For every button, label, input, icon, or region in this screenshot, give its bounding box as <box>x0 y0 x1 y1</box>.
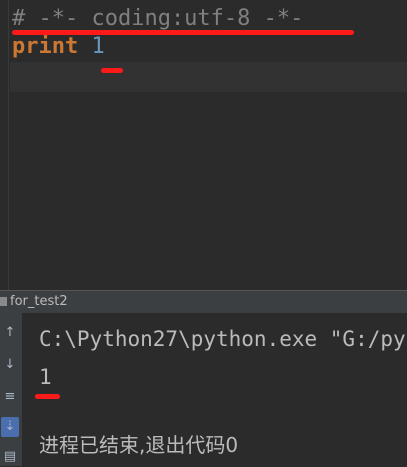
editor-gutter <box>8 0 9 290</box>
run-panel-header: for_test2 <box>0 291 407 313</box>
annotation-underline-print-value <box>101 68 123 73</box>
scroll-to-end-icon[interactable]: ⇣ <box>1 417 19 437</box>
console-command-line: C:\Python27\python.exe "G:/py <box>39 327 406 351</box>
annotation-underline-output <box>35 394 60 399</box>
print-keyword: print <box>12 34 79 59</box>
run-config-title[interactable]: for_test2 <box>10 291 68 313</box>
code-line-print[interactable]: print 1 <box>12 32 105 62</box>
print-value: 1 <box>91 34 105 59</box>
soft-wrap-icon[interactable]: ≡ <box>1 387 19 407</box>
run-toolbar: ↑ ↓ ≡ ⇣ ▤ <box>0 313 22 466</box>
run-console[interactable]: C:\Python27\python.exe "G:/py 1 进程已结束,退出… <box>22 313 407 466</box>
current-line-highlight <box>10 62 407 92</box>
code-editor[interactable]: # -*- coding:utf-8 -*- print 1 <box>0 0 407 290</box>
run-config-icon <box>0 297 7 306</box>
console-exit-message: 进程已结束,退出代码0 <box>39 433 239 457</box>
print-icon[interactable]: ▤ <box>1 447 19 467</box>
arrow-down-icon[interactable]: ↓ <box>1 355 19 375</box>
console-output: 1 <box>39 365 52 389</box>
annotation-underline-encoding <box>12 30 354 35</box>
arrow-up-icon[interactable]: ↑ <box>1 323 19 343</box>
